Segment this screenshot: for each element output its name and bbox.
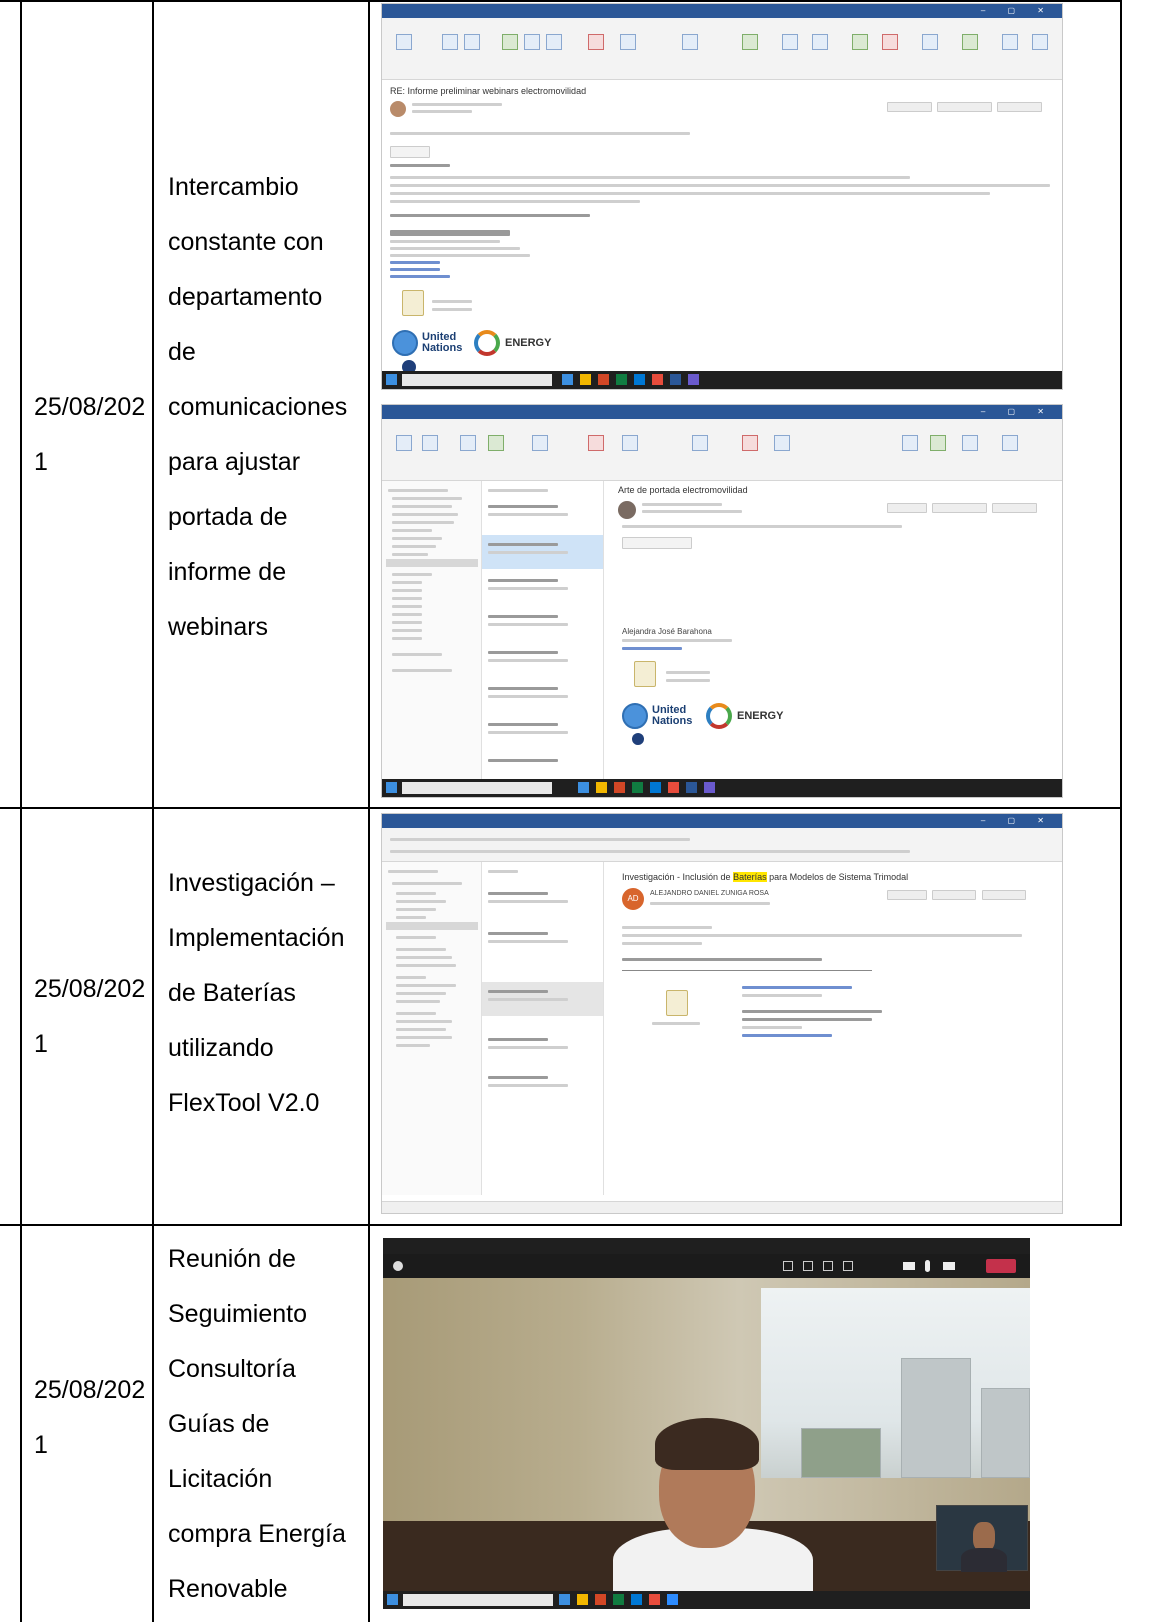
folder-pane (382, 481, 482, 779)
table-border-left (20, 0, 22, 1622)
participant-hair (655, 1418, 759, 1470)
window-controls: – ▢ ✕ (980, 816, 1054, 825)
row2-description: Investigación – Implementación de Baterí… (168, 869, 345, 1117)
email-subject: Investigación - Inclusión de Baterías pa… (622, 872, 909, 882)
office-window (761, 1288, 1030, 1478)
window-controls: – ▢ ✕ (980, 407, 1054, 416)
partner-logo-icon (632, 733, 644, 745)
row1-description: Intercambio constante con departamento d… (168, 173, 348, 641)
row3-date: 25/08/202 1 (34, 1376, 146, 1459)
folder-pane (382, 862, 482, 1195)
windows-taskbar (383, 1591, 1030, 1609)
window-controls: – ▢ ✕ (980, 6, 1054, 15)
energy-ring-icon (706, 703, 732, 729)
government-seal-icon (666, 990, 688, 1016)
energy-logo: ENERGY (474, 330, 551, 356)
signature-name: Alejandra José Barahona (622, 627, 712, 636)
screenshot-email-1: – ▢ ✕ RE: Informe preliminar webinars el… (381, 3, 1063, 390)
energy-ring-icon (474, 330, 500, 356)
status-bar (382, 1201, 1062, 1213)
message-list (482, 862, 604, 1195)
avatar (390, 101, 406, 117)
shield-icon (393, 1261, 403, 1271)
start-icon[interactable] (386, 782, 397, 793)
start-icon[interactable] (387, 1594, 398, 1605)
avatar: AD (622, 888, 644, 910)
chat-icon[interactable] (783, 1261, 793, 1271)
windows-taskbar (382, 779, 1062, 797)
ribbon (382, 419, 1062, 481)
government-seal-icon (402, 290, 424, 316)
ribbon (382, 18, 1062, 80)
titlebar: – ▢ ✕ (382, 4, 1062, 18)
united-nations-logo: United Nations (392, 330, 462, 356)
sender-name: ALEJANDRO DANIEL ZUNIGA ROSA (650, 890, 769, 897)
start-icon[interactable] (386, 374, 397, 385)
camera-icon[interactable] (903, 1262, 915, 1270)
un-emblem-icon (392, 330, 418, 356)
screenshot-email-3: – ▢ ✕ Investigación - Inclusión de Bater… (381, 813, 1063, 1214)
taskbar-search[interactable] (402, 782, 552, 794)
row-divider-1 (0, 807, 1122, 809)
screenshot-email-2: – ▢ ✕ Arte de portada electromovilidad A… (381, 404, 1063, 798)
self-view-thumbnail[interactable] (936, 1505, 1028, 1572)
meeting-toolbar (383, 1254, 1030, 1278)
windows-taskbar (382, 371, 1062, 389)
search-highlight: Baterías (733, 872, 767, 882)
table-border-right (1120, 0, 1122, 1226)
table-border-top (0, 0, 1122, 2)
share-screen-icon[interactable] (943, 1262, 955, 1270)
leave-button[interactable] (986, 1259, 1016, 1273)
microphone-icon[interactable] (925, 1260, 930, 1272)
reactions-icon[interactable] (823, 1261, 833, 1271)
simplified-ribbon (382, 828, 1062, 862)
row1-date: 25/08/202 1 (34, 393, 146, 476)
taskbar-search[interactable] (403, 1594, 553, 1606)
taskbar-search[interactable] (402, 374, 552, 386)
un-emblem-icon (622, 703, 648, 729)
row-divider-2 (0, 1224, 1122, 1226)
screenshot-video-call (383, 1238, 1030, 1609)
united-nations-logo: United Nations (622, 703, 692, 729)
titlebar: – ▢ ✕ (382, 814, 1062, 828)
email-subject: RE: Informe preliminar webinars electrom… (390, 86, 587, 96)
energy-logo: ENERGY (706, 703, 783, 729)
video-feed (383, 1278, 1030, 1608)
meeting-title-bar (383, 1238, 1030, 1254)
row3-description: Reunión de Seguimiento Consultoría Guías… (168, 1245, 346, 1603)
row2-date: 25/08/202 1 (34, 975, 146, 1058)
view-icon[interactable] (843, 1261, 853, 1271)
email-subject: Arte de portada electromovilidad (618, 485, 748, 495)
government-seal-icon (634, 661, 656, 687)
titlebar: – ▢ ✕ (382, 405, 1062, 419)
message-list (482, 481, 604, 779)
participants-icon[interactable] (803, 1261, 813, 1271)
avatar (618, 501, 636, 519)
